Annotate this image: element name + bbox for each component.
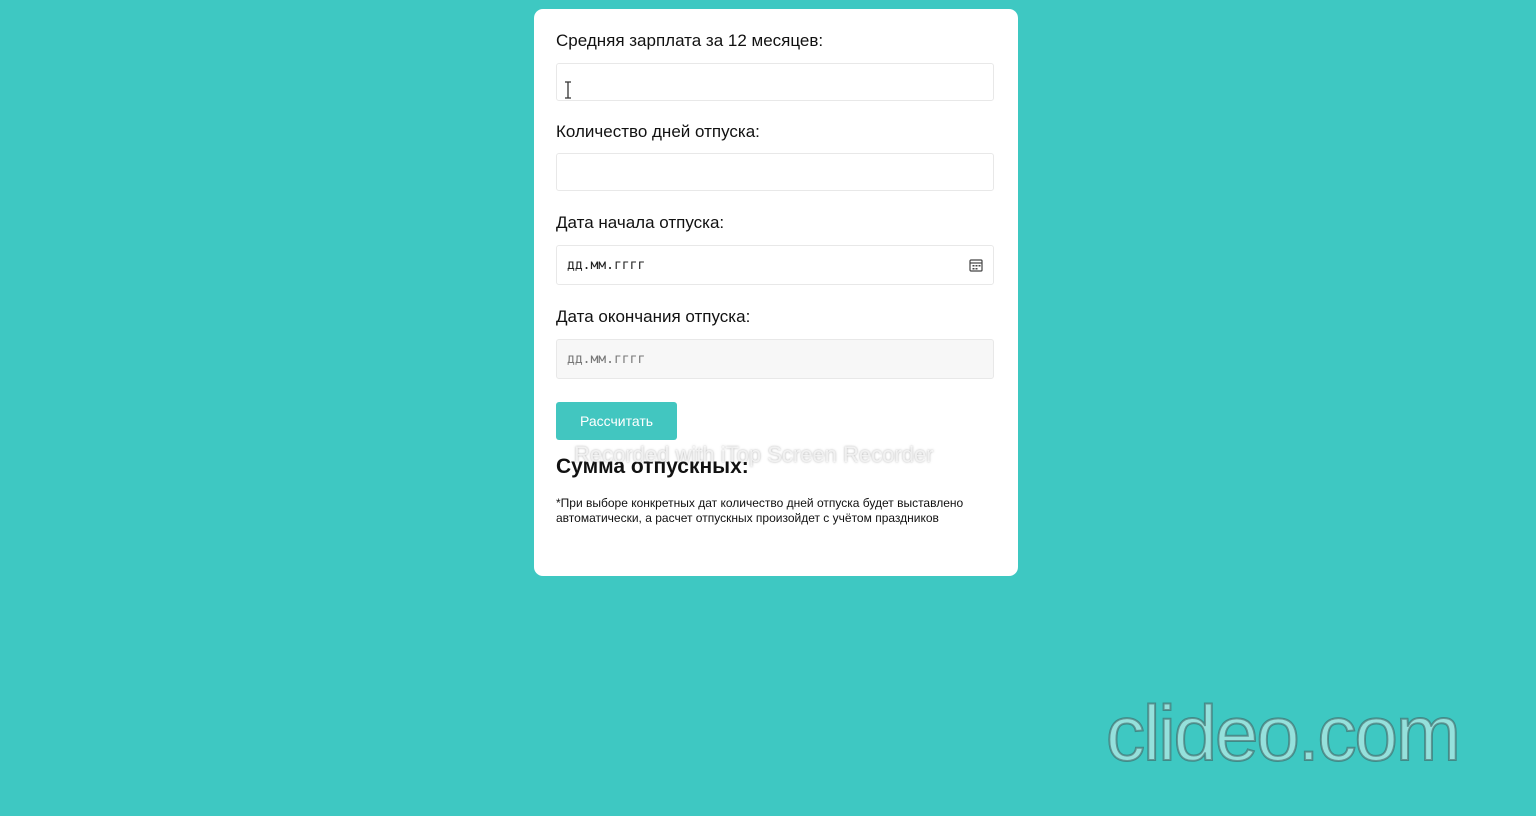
days-label: Количество дней отпуска: xyxy=(556,122,760,141)
start-date-label: Дата начала отпуска: xyxy=(556,213,725,232)
end-date-placeholder: дд.мм.гггг xyxy=(567,351,646,367)
recorder-watermark: Recorded with iTop Screen Recorder xyxy=(574,442,934,467)
end-date-label: Дата окончания отпуска: xyxy=(556,307,751,326)
start-date-input[interactable]: дд.мм.гггг xyxy=(556,245,994,285)
calculate-button[interactable]: Рассчитать xyxy=(556,402,677,440)
clideo-watermark: clideo.com xyxy=(1105,688,1462,778)
footnote-text: *При выборе конкретных дат количество дн… xyxy=(556,496,964,525)
days-input[interactable] xyxy=(556,153,994,191)
end-date-input[interactable]: дд.мм.гггг xyxy=(556,339,994,379)
vacation-calculator-card: Средняя зарплата за 12 месяцев: Количест… xyxy=(534,9,1018,576)
start-date-placeholder: дд.мм.гггг xyxy=(567,257,646,273)
salary-label: Средняя зарплата за 12 месяцев: xyxy=(556,31,824,50)
page-background: Средняя зарплата за 12 месяцев: Количест… xyxy=(0,0,1536,816)
calendar-icon[interactable] xyxy=(969,258,983,272)
text-cursor-icon xyxy=(565,81,571,99)
salary-input[interactable] xyxy=(556,63,994,101)
